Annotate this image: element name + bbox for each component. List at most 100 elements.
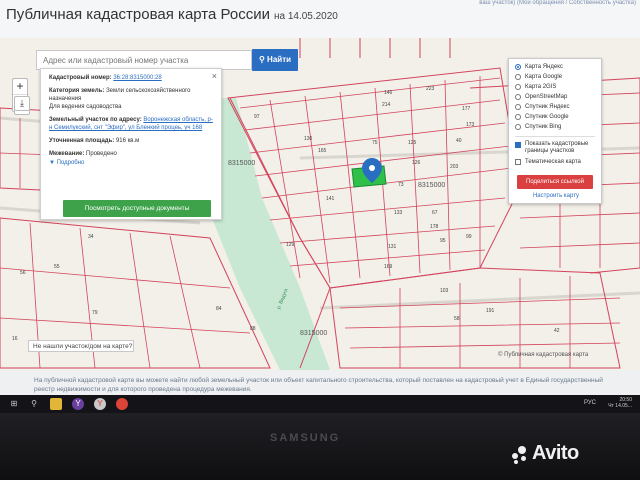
- chrome-icon[interactable]: [116, 398, 128, 410]
- plot-number: 130: [304, 136, 313, 142]
- plot-number: 165: [318, 148, 327, 154]
- page-header: Публичная кадастровая карта России на 14.…: [0, 0, 640, 38]
- layer-option-bing-satellite[interactable]: Спутник Bing: [515, 122, 595, 132]
- plot-number: 42: [554, 328, 560, 334]
- plot-number: 73: [398, 182, 404, 188]
- not-found-button[interactable]: Не нашли участок/дом на карте?: [28, 340, 134, 352]
- radio-icon: [515, 74, 521, 80]
- layer-option-label: Спутник Google: [525, 114, 569, 120]
- page-title-date: на 14.05.2020: [273, 11, 338, 22]
- survey-row: Межевание: Проведено: [49, 150, 213, 158]
- checkbox-label: Показать кадастровые границы участков: [525, 141, 589, 154]
- area-label: Уточненная площадь:: [49, 138, 115, 144]
- land-category-row: Категория земель: Земли сельскохозяйстве…: [49, 87, 213, 111]
- search-icon[interactable]: ⚲: [28, 398, 40, 410]
- layer-option-label: Карта Яндекс: [525, 64, 563, 70]
- plot-number: 103: [440, 288, 449, 294]
- radio-icon: [515, 64, 521, 70]
- layer-option-label: Спутник Яндекс: [525, 104, 570, 110]
- view-documents-button[interactable]: Посмотреть доступные документы: [63, 200, 211, 217]
- plot-number: 146: [384, 90, 393, 96]
- plot-number: 84: [216, 306, 222, 312]
- plot-number: 67: [432, 210, 438, 216]
- download-button[interactable]: ⤓: [14, 96, 30, 111]
- plot-number: 99: [466, 234, 472, 240]
- cadastral-number-link[interactable]: 36:28:8315000:28: [113, 75, 161, 81]
- layer-option-label: Карта 2GIS: [525, 84, 557, 90]
- quarter-label-bottom: 8315000: [300, 330, 328, 337]
- windows-start-icon[interactable]: ⊞: [8, 398, 20, 410]
- layer-option-label: Карта Google: [525, 74, 563, 80]
- yandex-browser-icon[interactable]: Y: [94, 398, 106, 410]
- cadastral-number-label: Кадастровый номер:: [49, 75, 112, 81]
- clock-date: Чт 14.05...: [608, 403, 632, 409]
- plot-number: 95: [440, 238, 446, 244]
- layer-option-osm[interactable]: OpenStreetMap: [515, 92, 595, 102]
- plot-number: 97: [254, 114, 260, 120]
- close-icon[interactable]: ×: [212, 71, 217, 81]
- yahoo-icon[interactable]: Y: [72, 398, 84, 410]
- footer-description: На публичной кадастровой карте вы можете…: [34, 377, 603, 393]
- cadastral-number-row: Кадастровый номер: 36:28:8315000:28: [49, 74, 213, 82]
- layer-switcher: Карта Яндекс Карта Google Карта 2GIS Ope…: [508, 58, 602, 204]
- plot-number: 131: [388, 244, 397, 250]
- radio-icon: [515, 84, 521, 90]
- radio-icon: [515, 104, 521, 110]
- checkbox-icon: [515, 159, 521, 165]
- plot-info-panel: × Кадастровый номер: 36:28:8315000:28 Ка…: [40, 68, 222, 220]
- plot-number: 75: [372, 140, 378, 146]
- land-category-label: Категория земель:: [49, 88, 105, 94]
- plot-number: 214: [382, 102, 391, 108]
- layer-option-2gis[interactable]: Карта 2GIS: [515, 82, 595, 92]
- layer-option-label: Спутник Bing: [525, 124, 562, 130]
- plot-number: 126: [412, 160, 421, 166]
- land-purpose-value: Для ведения садоводства: [49, 104, 122, 110]
- copyright-label: © Публичная кадастровая карта: [498, 352, 589, 358]
- windows-taskbar: ⊞ ⚲ Y Y РУС 20:50 Чт 14.05...: [0, 395, 640, 413]
- plot-number: 88: [250, 326, 256, 332]
- top-link[interactable]: ваш участок) (Мои обращения / Собственно…: [479, 0, 636, 6]
- plot-number: 16: [12, 336, 18, 342]
- survey-value: Проведено: [86, 151, 117, 157]
- search-input[interactable]: [36, 50, 252, 70]
- folder-icon[interactable]: [50, 398, 62, 410]
- layer-option-yandex-map[interactable]: Карта Яндекс: [515, 62, 595, 72]
- plot-number: 177: [462, 106, 471, 112]
- plot-number: 58: [454, 316, 460, 322]
- download-icon: ⤓: [20, 98, 24, 108]
- radio-icon: [515, 124, 521, 130]
- setup-map-link[interactable]: Настроить карту: [509, 193, 603, 199]
- plot-number: 79: [92, 310, 98, 316]
- plot-number: 178: [430, 224, 439, 230]
- radio-icon: [515, 94, 521, 100]
- area-row: Уточненная площадь: 916 кв.м: [49, 137, 213, 145]
- details-link[interactable]: ▼ Подробно: [49, 160, 213, 166]
- layer-option-yandex-satellite[interactable]: Спутник Яндекс: [515, 102, 595, 112]
- checkbox-icon: [515, 142, 521, 148]
- layer-option-google-satellite[interactable]: Спутник Google: [515, 112, 595, 122]
- layer-option-label: OpenStreetMap: [525, 94, 568, 100]
- browser-screen: Публичная кадастровая карта России на 14.…: [0, 0, 640, 402]
- clock[interactable]: 20:50 Чт 14.05...: [608, 397, 632, 409]
- layer-option-google-map[interactable]: Карта Google: [515, 72, 595, 82]
- plot-number: 169: [384, 264, 393, 270]
- zoom-in-button[interactable]: +: [13, 79, 27, 95]
- quarter-label-main: 8315000: [418, 182, 446, 189]
- page-title: Публичная кадастровая карта России на 14.…: [6, 6, 338, 23]
- survey-label: Межевание:: [49, 151, 85, 157]
- show-boundaries-checkbox[interactable]: Показать кадастровые границы участков: [515, 141, 595, 157]
- avito-watermark: Avito: [532, 442, 579, 464]
- avito-logo-icon: [512, 446, 530, 464]
- plot-number: 203: [450, 164, 459, 170]
- share-link-button[interactable]: Поделиться ссылкой: [517, 175, 593, 189]
- plot-number: 40: [456, 138, 462, 144]
- plot-number: 173: [466, 122, 475, 128]
- plot-number: 141: [326, 196, 335, 202]
- plot-number: 129: [286, 242, 295, 248]
- area-value: 916 кв.м: [115, 138, 140, 144]
- divider: [515, 136, 595, 137]
- search-button[interactable]: ⚲ Найти: [252, 49, 298, 71]
- language-indicator[interactable]: РУС: [584, 400, 596, 406]
- thematic-map-checkbox[interactable]: Тематическая карта: [515, 157, 595, 167]
- address-label: Земельный участок по адресу:: [49, 117, 142, 123]
